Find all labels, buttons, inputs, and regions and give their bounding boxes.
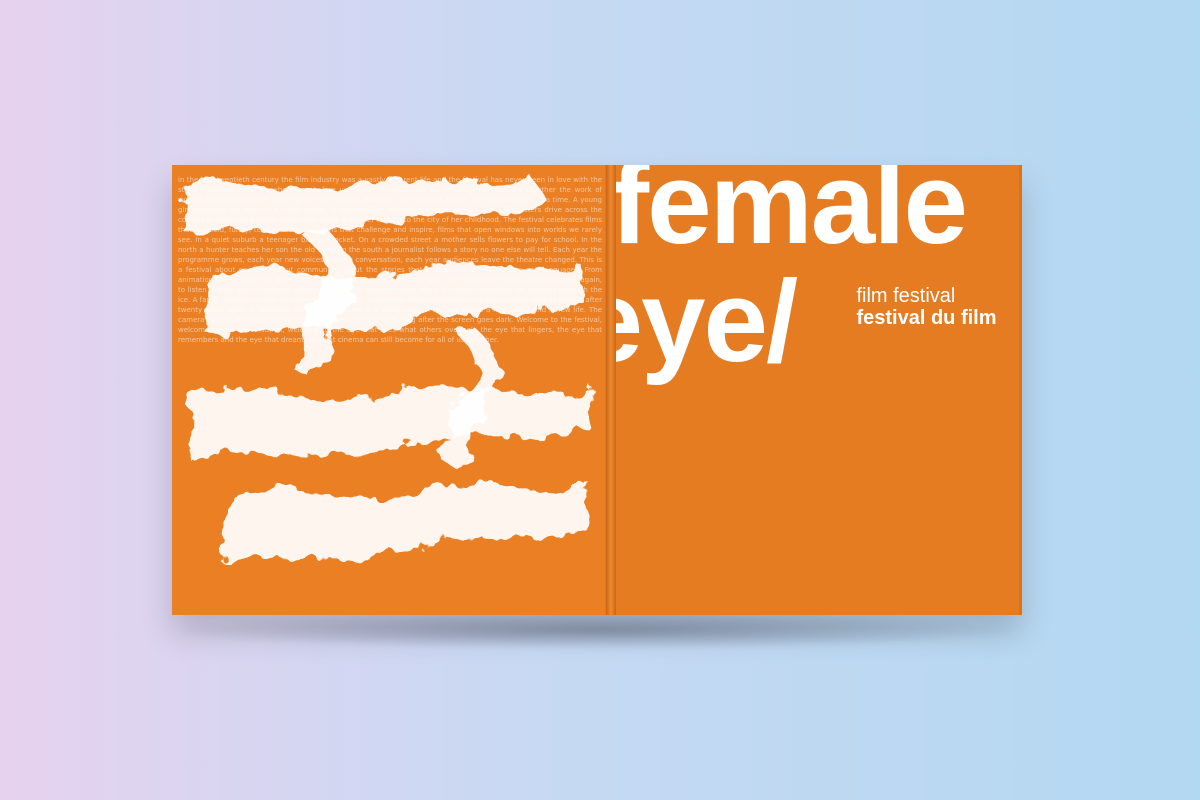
back-cover: in the late twentieth century the film i… xyxy=(172,165,607,615)
cover-title-line-1: female xyxy=(616,165,968,268)
back-cover-texture xyxy=(182,177,592,563)
cover-edge-shade xyxy=(1018,165,1022,615)
cover-subtitle-english: film festival xyxy=(856,285,956,307)
book-mockup: in the late twentieth century the film i… xyxy=(172,165,1022,615)
scene: in the late twentieth century the film i… xyxy=(0,0,1200,800)
front-cover: female eye/ film festival festival du fi… xyxy=(616,165,1022,615)
cover-subtitle-french: festival du film xyxy=(856,307,997,329)
book-spine xyxy=(606,165,617,615)
cover-title-line-2: eye/ xyxy=(616,256,798,386)
book-shadow xyxy=(172,610,1022,650)
